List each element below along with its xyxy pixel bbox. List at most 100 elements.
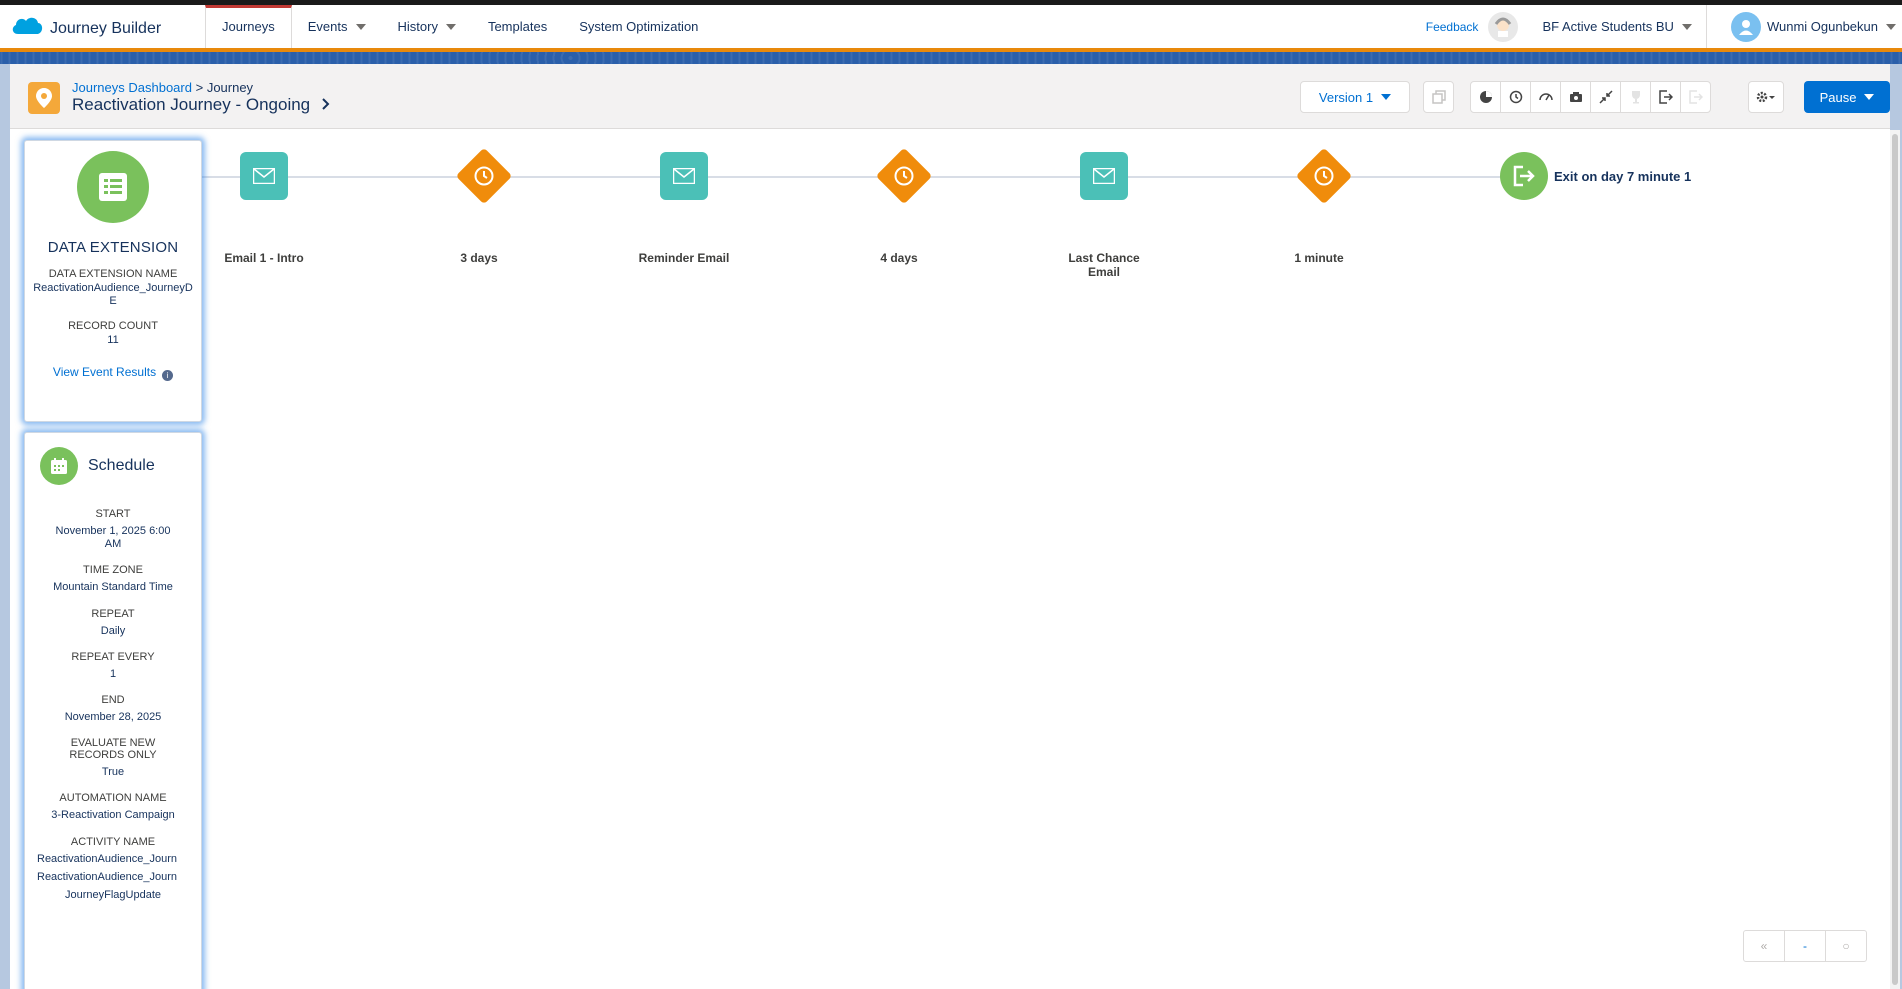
nav-tabs: Journeys Events History Templates System…	[205, 5, 714, 48]
view-results-label: View Event Results	[52, 365, 157, 380]
activity-label: 3 days	[460, 251, 498, 265]
schedule-card[interactable]: Schedule START November 1, 2025 6:00 AM …	[24, 432, 202, 989]
journey-location-icon	[28, 82, 60, 114]
envelope-icon	[673, 168, 695, 184]
schedule-header: Schedule	[25, 433, 201, 485]
snapshot-button[interactable]	[1560, 81, 1591, 113]
collapse-button[interactable]	[1590, 81, 1621, 113]
field-value: November 28, 2025	[64, 710, 162, 723]
user-avatar-icon	[1730, 11, 1761, 42]
chevron-down-icon	[1886, 23, 1896, 30]
email-activity-reminder[interactable]	[660, 152, 708, 200]
zoom-in-button[interactable]: ○	[1826, 931, 1866, 961]
journey-title-text: Reactivation Journey - Ongoing	[72, 95, 311, 114]
goal-button[interactable]	[1530, 81, 1561, 113]
tab-label: Events	[307, 19, 348, 34]
zoom-out-button[interactable]: «	[1744, 931, 1785, 961]
tab-label: Templates	[487, 19, 548, 34]
goal-trophy-button[interactable]	[1620, 81, 1651, 113]
schedule-body: START November 1, 2025 6:00 AM TIME ZONE…	[25, 485, 201, 902]
field-label: REPEAT	[91, 607, 135, 620]
activity-label: 1 minute	[1294, 251, 1344, 265]
breadcrumb-current: Journey	[206, 80, 254, 95]
tab-label: Journeys	[222, 19, 275, 34]
user-menu[interactable]: Wunmi Ogunbekun	[1707, 11, 1902, 42]
exit-icon	[1658, 90, 1673, 104]
exit-criteria-button[interactable]	[1650, 81, 1681, 113]
field-label: EVALUATE NEW RECORDS ONLY	[69, 737, 157, 762]
global-nav: Journey Builder Journeys Events History …	[0, 5, 1902, 48]
exit-activity[interactable]	[1500, 152, 1548, 200]
email-activity-intro[interactable]	[240, 152, 288, 200]
field-value: ReactivationAudience_Journ	[37, 852, 178, 865]
envelope-icon	[1093, 168, 1115, 184]
field-value: Daily	[100, 624, 126, 637]
tab-journeys[interactable]: Journeys	[205, 5, 292, 48]
field-label: END	[101, 693, 125, 706]
salesforce-cloud-icon	[10, 14, 44, 43]
business-unit-label: BF Active Students BU	[1542, 19, 1674, 34]
version-label: Version 1	[1318, 89, 1374, 105]
field-label: TIME ZONE	[83, 564, 143, 577]
zoom-level-button[interactable]: -	[1785, 931, 1826, 961]
clock-icon	[894, 166, 914, 186]
user-name: Wunmi Ogunbekun	[1766, 19, 1878, 34]
entry-source-title: DATA EXTENSION	[47, 239, 179, 256]
pause-button[interactable]: Pause	[1804, 81, 1890, 113]
field-value: True	[101, 766, 125, 779]
history-button[interactable]	[1500, 81, 1531, 113]
vertical-scrollbar[interactable]	[1890, 130, 1900, 989]
calendar-icon[interactable]	[40, 447, 78, 485]
tab-events[interactable]: Events	[292, 5, 382, 48]
trophy-icon	[1631, 91, 1640, 104]
chevron-down-icon	[355, 23, 366, 30]
field-value: 3-Reactivation Campaign	[51, 809, 175, 822]
journey-canvas[interactable]: Email 1 - Intro 3 days Reminder Email 4 …	[10, 130, 1900, 989]
breadcrumb-dashboard-link[interactable]: Journeys Dashboard	[72, 80, 192, 95]
chevron-down-icon	[1381, 94, 1392, 100]
field-value: JourneyFlagUpdate	[64, 888, 161, 901]
settings-button[interactable]	[1748, 81, 1784, 113]
activity-label: Email 1 - Intro	[224, 251, 304, 265]
journey-title[interactable]: Reactivation Journey - Ongoing	[72, 95, 330, 115]
envelope-icon	[253, 168, 275, 184]
info-icon[interactable]: i	[162, 369, 174, 381]
feedback-link[interactable]: Feedback	[1426, 20, 1479, 34]
tab-label: History	[397, 19, 438, 34]
clock-icon	[474, 166, 494, 186]
field-value: ReactivationAudience_JourneyDE	[33, 282, 193, 308]
brand[interactable]: Journey Builder	[10, 14, 161, 43]
schedule-title: Schedule	[88, 457, 155, 474]
wait-activity-4-days[interactable]	[875, 147, 933, 205]
exit-door-icon	[1513, 165, 1535, 187]
version-picker[interactable]: Version 1	[1300, 81, 1410, 113]
analytics-button[interactable]	[1470, 81, 1501, 113]
wait-activity-1-minute[interactable]	[1295, 147, 1353, 205]
pie-chart-icon	[1479, 91, 1492, 103]
wait-activity-3-days[interactable]	[455, 147, 513, 205]
gauge-icon	[1538, 93, 1553, 101]
collapse-icon	[1598, 90, 1613, 104]
pause-label: Pause	[1819, 89, 1857, 105]
field-label: START	[95, 508, 131, 520]
field-value: ReactivationAudience_Journ	[37, 870, 178, 883]
chevron-down-icon	[1681, 23, 1692, 30]
scrollbar-thumb[interactable]	[1892, 134, 1898, 985]
breadcrumb-separator: >	[195, 80, 204, 95]
tab-history[interactable]: History	[382, 5, 472, 48]
exit-disabled-button[interactable]	[1680, 81, 1711, 113]
tab-templates[interactable]: Templates	[472, 5, 563, 48]
entry-source-card[interactable]: DATA EXTENSION DATA EXTENSION NAME React…	[24, 140, 202, 422]
einstein-avatar-icon[interactable]	[1488, 11, 1519, 42]
copy-button[interactable]	[1423, 81, 1454, 113]
business-unit-picker[interactable]: BF Active Students BU	[1542, 5, 1707, 48]
page-header: Journeys Dashboard > Journey Reactivatio…	[10, 64, 1890, 129]
data-extension-icon[interactable]	[77, 151, 149, 223]
email-activity-last-chance[interactable]	[1080, 152, 1128, 200]
camera-icon	[1569, 92, 1582, 102]
chevron-down-icon	[1864, 94, 1875, 100]
app-title: Journey Builder	[50, 19, 162, 37]
tab-system-optimization[interactable]: System Optimization	[563, 5, 714, 48]
view-event-results-link[interactable]: View Event Results i	[25, 364, 201, 381]
left-gutter	[0, 64, 10, 989]
